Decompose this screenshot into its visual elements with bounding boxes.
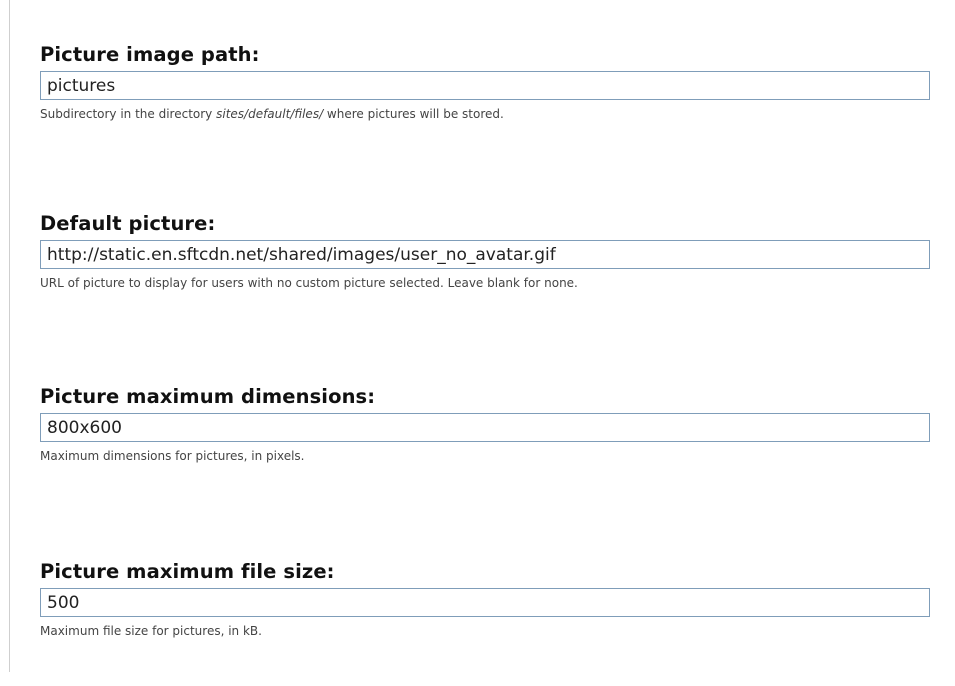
picture-max-dimensions-input[interactable] <box>40 413 930 442</box>
picture-max-file-size-label: Picture maximum file size: <box>40 560 335 583</box>
picture-image-path-label: Picture image path: <box>40 43 260 66</box>
picture-max-file-size-description: Maximum file size for pictures, in kB. <box>40 624 262 638</box>
picture-max-dimensions-description: Maximum dimensions for pictures, in pixe… <box>40 449 305 463</box>
picture-image-path-input[interactable] <box>40 71 930 100</box>
picture-max-file-size-group: Picture maximum file size: Maximum file … <box>40 560 930 639</box>
default-picture-group: Default picture: URL of picture to displ… <box>40 212 930 291</box>
picture-image-path-group: Picture image path: Subdirectory in the … <box>40 43 930 122</box>
description-text-after: where pictures will be stored. <box>323 107 504 121</box>
description-text-before: Subdirectory in the directory <box>40 107 217 121</box>
picture-max-dimensions-group: Picture maximum dimensions: Maximum dime… <box>40 385 930 464</box>
picture-image-path-description: Subdirectory in the directory sites/defa… <box>40 106 930 122</box>
default-picture-description: URL of picture to display for users with… <box>40 276 578 290</box>
default-picture-input[interactable] <box>40 240 930 269</box>
picture-max-dimensions-label: Picture maximum dimensions: <box>40 385 376 408</box>
description-directory-path: sites/default/files/ <box>216 107 324 121</box>
left-border-line <box>9 0 10 672</box>
default-picture-label: Default picture: <box>40 212 216 235</box>
picture-max-file-size-input[interactable] <box>40 588 930 617</box>
